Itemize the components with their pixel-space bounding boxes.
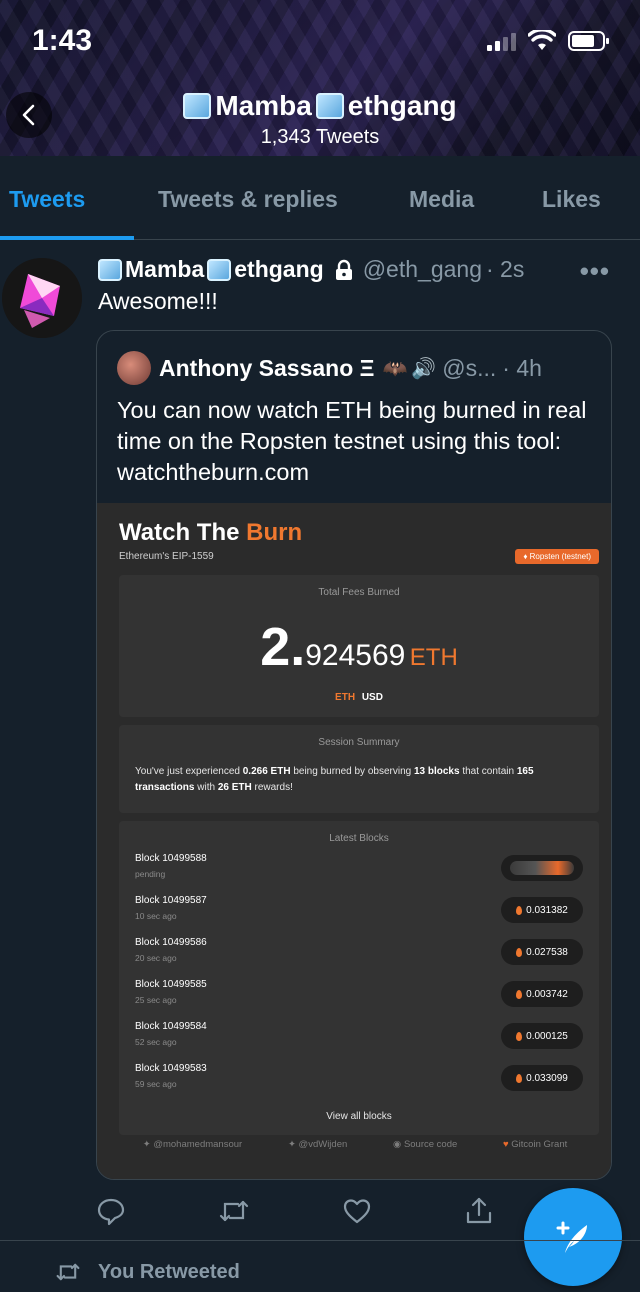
share-icon[interactable]	[464, 1196, 494, 1231]
tweet-text: Awesome!!!	[98, 288, 218, 314]
profile-tweet-count: 1,343 Tweets	[260, 126, 380, 148]
total-fees-label: Total Fees Burned	[318, 587, 400, 598]
latest-blocks-label: Latest Blocks	[329, 833, 389, 844]
flame-icon	[516, 947, 523, 957]
currency-toggle: ETH USD	[119, 692, 599, 703]
pending-indicator	[501, 855, 583, 881]
quoted-tweet-card[interactable]: Anthony Sassano Ξ 🦇 🔊 @s... · 4h You can…	[96, 330, 612, 1180]
like-heart-icon[interactable]	[342, 1196, 372, 1231]
footer-link-gitcoin-grant: ♥ Gitcoin Grant	[503, 1139, 568, 1150]
ice-cube-emoji-icon	[315, 93, 344, 119]
footer-link-source-code: ◉ Source code	[393, 1139, 458, 1150]
block-row: Block 10499585 25 sec ago 0.003742	[135, 979, 583, 1021]
tab-likes[interactable]: Likes	[542, 186, 601, 213]
session-summary-text: You've just experienced 0.266 ETH being …	[135, 766, 534, 793]
view-all-blocks-link: View all blocks	[326, 1111, 392, 1122]
block-row: Block 10499586 20 sec ago 0.027538	[135, 937, 583, 979]
ice-cube-emoji-icon	[98, 258, 122, 281]
latest-blocks-panel: Latest Blocks Block 10499588 pending Blo…	[119, 821, 599, 1135]
burned-amount-pill: 0.033099	[501, 1065, 583, 1091]
ice-cube-emoji-icon	[183, 93, 212, 119]
burned-amount-pill: 0.031382	[501, 897, 583, 923]
ethereum-diamond-avatar-icon	[2, 258, 82, 338]
tab-tweets-and-replies[interactable]: Tweets & replies	[158, 186, 338, 213]
status-time: 1:43	[32, 24, 93, 57]
retweeted-label: You Retweeted	[98, 1260, 240, 1283]
flame-icon	[516, 1073, 523, 1083]
tweet-author-handle[interactable]: @eth_gang	[363, 256, 482, 283]
tweet-timestamp: · 2s	[485, 256, 525, 282]
profile-header-banner: 1:43 Mamba ethgang 1,343 Tweets	[0, 0, 640, 156]
lock-icon	[335, 259, 352, 280]
burned-amount-pill: 0.027538	[501, 939, 583, 965]
retweeted-indicator: You Retweeted	[54, 1260, 240, 1284]
battery-icon	[568, 30, 610, 52]
block-row: Block 10499588 pending	[135, 853, 583, 895]
session-summary-panel: Session Summary You've just experienced …	[119, 725, 599, 813]
flame-icon	[516, 1031, 523, 1041]
wifi-icon	[528, 30, 556, 52]
ice-cube-emoji-icon	[207, 258, 232, 281]
profile-title: Mamba ethgang 1,343 Tweets	[0, 90, 640, 149]
quoted-author-handle: @s...	[442, 354, 497, 381]
burn-app-title: Watch The Burn	[119, 519, 303, 546]
session-summary-label: Session Summary	[318, 737, 400, 748]
twitter-bird-icon: ✦	[287, 1139, 299, 1150]
cellular-signal-icon	[487, 31, 516, 51]
block-row: Block 10499584 52 sec ago 0.000125	[135, 1021, 583, 1063]
twitter-bird-icon: ✦	[142, 1139, 154, 1150]
currency-usd: USD	[361, 692, 383, 703]
tweet-actions	[96, 1190, 516, 1230]
burned-amount-pill: 0.000125	[501, 1023, 583, 1049]
tab-tweets[interactable]: Tweets	[9, 186, 85, 213]
quoted-tweet-text: You can now watch ETH being burned in re…	[117, 397, 587, 485]
avatar[interactable]	[2, 258, 82, 338]
watch-the-burn-screenshot[interactable]: Watch The Burn Ethereum's EIP-1559 ♦ Rop…	[97, 503, 611, 1179]
flame-icon	[516, 905, 523, 915]
retweet-icon[interactable]	[218, 1196, 250, 1231]
currency-eth: ETH	[335, 692, 356, 703]
block-row: Block 10499587 10 sec ago 0.031382	[135, 895, 583, 937]
total-fees-value: 2.924569 ETH	[260, 617, 458, 677]
burn-footer-links: ✦ @mohamedmansour ✦ @vdWijden ◉ Source cod…	[97, 1139, 611, 1150]
github-icon: ◉	[393, 1139, 404, 1150]
quoted-tweet-header: Anthony Sassano Ξ 🦇 🔊 @s... · 4h	[117, 351, 542, 385]
compose-tweet-button[interactable]	[524, 1188, 622, 1286]
footer-link-mohamedmansour: ✦ @mohamedmansour	[142, 1139, 243, 1150]
quoted-author-name: Anthony Sassano Ξ	[159, 354, 375, 381]
block-row: Block 10499583 59 sec ago 0.033099	[135, 1063, 583, 1105]
tweet-author-name[interactable]: Mamba ethgang	[98, 256, 355, 283]
burn-app-subtitle: Ethereum's EIP-1559	[119, 551, 214, 562]
compose-feather-icon	[556, 1221, 587, 1253]
reply-icon[interactable]	[96, 1196, 126, 1231]
tweet-divider	[0, 1240, 640, 1241]
more-options-icon[interactable]: •••	[580, 256, 610, 287]
quoted-tweet-timestamp: · 4h	[502, 354, 542, 381]
status-icons	[487, 30, 610, 52]
profile-tabs: Tweets Tweets & replies Media Likes	[0, 156, 640, 240]
total-fees-panel: Total Fees Burned 2.924569 ETH ETH USD	[119, 575, 599, 717]
tab-media[interactable]: Media	[409, 186, 474, 213]
flame-icon	[516, 989, 523, 999]
bat-emoji-icon: 🦇	[382, 357, 408, 380]
speaker-emoji-icon: 🔊	[411, 357, 437, 380]
status-bar: 1:43	[0, 0, 640, 84]
footer-link-vdwijden: ✦ @vdWijden	[287, 1139, 348, 1150]
active-tab-indicator	[0, 236, 134, 240]
profile-name: Mamba ethgang	[183, 90, 457, 122]
burned-amount-pill: 0.003742	[501, 981, 583, 1007]
network-badge: ♦ Ropsten (testnet)	[515, 549, 599, 564]
tweet-header: Mamba ethgang @eth_gang · 2s •••	[98, 256, 620, 286]
retweet-icon	[56, 1263, 80, 1281]
quoted-author-avatar	[117, 351, 151, 385]
